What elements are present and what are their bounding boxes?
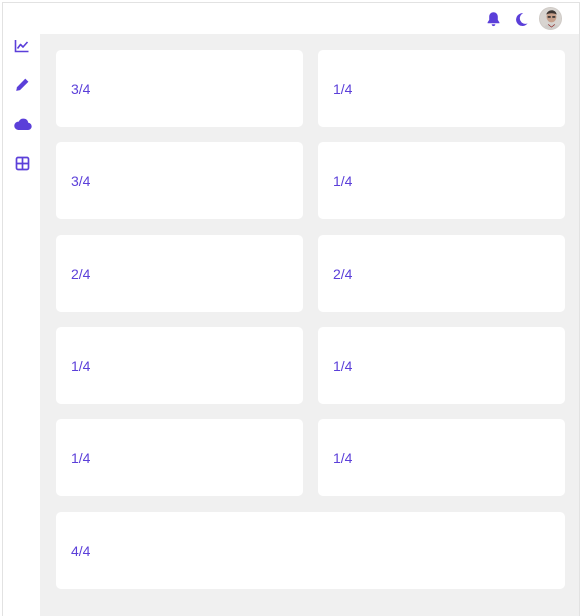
bell-icon[interactable] — [484, 10, 502, 28]
card: 1/4 — [56, 327, 303, 404]
card-label: 1/4 — [333, 357, 353, 374]
card-label: 3/4 — [71, 80, 91, 97]
main-content: 3/4 1/4 3/4 1/4 2/4 2/4 1/4 1/4 1/4 1/4 … — [40, 34, 579, 616]
cloud-icon — [13, 118, 32, 131]
card-label: 1/4 — [333, 449, 353, 466]
card-label: 1/4 — [333, 80, 353, 97]
card-label: 1/4 — [71, 357, 91, 374]
card: 1/4 — [318, 50, 565, 127]
card: 3/4 — [56, 142, 303, 219]
sidebar — [3, 34, 40, 616]
card: 3/4 — [56, 50, 303, 127]
card: 1/4 — [318, 327, 565, 404]
card-label: 3/4 — [71, 172, 91, 189]
card: 1/4 — [56, 419, 303, 496]
sidebar-item-chart[interactable] — [12, 36, 32, 56]
card-label: 1/4 — [71, 449, 91, 466]
sidebar-item-grid[interactable] — [12, 153, 32, 173]
card-label: 2/4 — [333, 265, 353, 282]
chart-line-icon — [14, 40, 29, 53]
card: 4/4 — [56, 512, 565, 589]
card-label: 1/4 — [333, 172, 353, 189]
card: 2/4 — [318, 235, 565, 312]
pencil-icon — [16, 78, 29, 91]
app-frame: 3/4 1/4 3/4 1/4 2/4 2/4 1/4 1/4 1/4 1/4 … — [2, 2, 580, 616]
card: 1/4 — [318, 142, 565, 219]
user-avatar[interactable] — [539, 7, 562, 30]
card-label: 2/4 — [71, 265, 91, 282]
sidebar-item-edit[interactable] — [12, 75, 32, 95]
top-bar — [3, 3, 579, 34]
grid-icon — [15, 156, 29, 170]
card: 2/4 — [56, 235, 303, 312]
card: 1/4 — [318, 419, 565, 496]
card-label: 4/4 — [71, 542, 91, 559]
moon-icon[interactable] — [512, 10, 530, 28]
sidebar-item-cloud[interactable] — [12, 114, 32, 134]
